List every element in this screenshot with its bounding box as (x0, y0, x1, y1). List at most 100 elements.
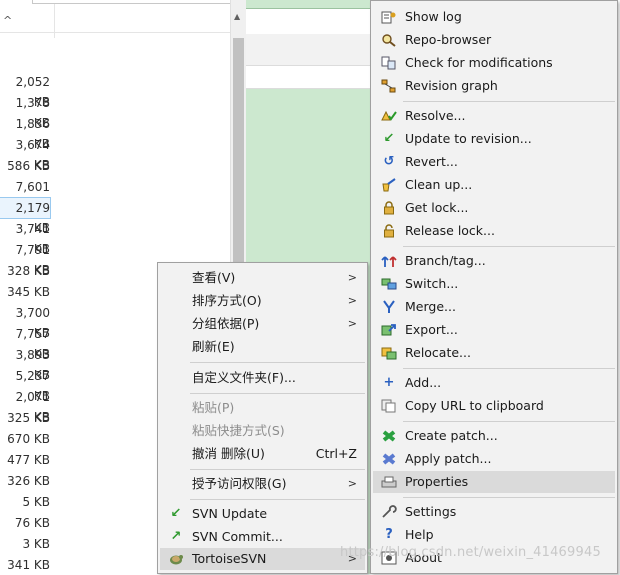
menu-item-release-lock[interactable]: Release lock... (373, 220, 615, 242)
menu-item-label: 撤消 删除(U) (192, 446, 265, 461)
menu-item-relocate[interactable]: Relocate... (373, 342, 615, 364)
menu-item-label: 自定义文件夹(F)... (192, 370, 296, 385)
repo-browser-icon (381, 33, 397, 47)
file-size: 7,601 KB (15, 180, 50, 214)
menu-item-sort-by[interactable]: 排序方式(O) > (160, 290, 365, 312)
menu-item-label: Show log (405, 9, 462, 24)
file-size: 477 KB (7, 453, 50, 467)
menu-item-resolve[interactable]: Resolve... (373, 105, 615, 127)
file-size: 5,237 KB (15, 369, 50, 403)
menu-item-give-access[interactable]: 授予访问权限(G) > (160, 473, 365, 495)
add-icon: + (383, 375, 395, 390)
show-log-icon (381, 10, 397, 24)
menu-item-revert[interactable]: ↺ Revert... (373, 151, 615, 173)
chevron-right-icon: > (347, 317, 357, 330)
address-bar[interactable] (32, 0, 232, 4)
menu-item-label: Get lock... (405, 200, 469, 215)
menu-item-properties[interactable]: Properties (373, 471, 615, 493)
menu-item-label: 粘贴快捷方式(S) (192, 423, 285, 438)
menu-item-export[interactable]: Export... (373, 319, 615, 341)
file-size: 2,052 KB (15, 75, 50, 109)
file-size: 2,071 KB (15, 390, 50, 424)
menu-item-add[interactable]: + Add... (373, 372, 615, 394)
menu-item-clean-up[interactable]: Clean up... (373, 174, 615, 196)
merge-icon (381, 300, 397, 314)
menu-item-label: Export... (405, 322, 458, 337)
menu-separator (403, 368, 615, 369)
menu-item-svn-commit[interactable]: ↗ SVN Commit... (160, 526, 365, 548)
chevron-right-icon: > (347, 477, 357, 490)
resolve-icon (381, 109, 397, 123)
scroll-up-icon[interactable]: ▲ (234, 12, 240, 21)
menu-item-branch-tag[interactable]: Branch/tag... (373, 250, 615, 272)
menu-item-create-patch[interactable]: Create patch... (373, 425, 615, 447)
menu-item-check-modifications[interactable]: Check for modifications (373, 52, 615, 74)
file-size: 341 KB (7, 558, 50, 572)
svn-update-icon: ↙ (170, 506, 182, 521)
menu-item-label: Switch... (405, 276, 459, 291)
help-icon: ? (385, 527, 393, 542)
menu-item-label: 授予访问权限(G) (192, 476, 287, 491)
file-size: 1,836 KB (15, 117, 50, 151)
file-size: 328 KB (7, 264, 50, 278)
column-divider[interactable] (54, 4, 55, 38)
switch-icon (381, 277, 397, 291)
menu-item-undo-delete[interactable]: 撤消 删除(U) Ctrl+Z (160, 443, 365, 465)
menu-item-refresh[interactable]: 刷新(E) (160, 336, 365, 358)
file-size: 345 KB (7, 285, 50, 299)
menu-item-copy-url[interactable]: Copy URL to clipboard (373, 395, 615, 417)
watermark: https://blog.csdn.net/weixin_41469945 (340, 545, 601, 560)
export-icon (381, 323, 397, 337)
menu-item-tortoisesvn[interactable]: TortoiseSVN > (160, 548, 365, 570)
menu-separator (190, 362, 365, 363)
file-size: 3 KB (22, 537, 50, 551)
menu-item-show-log[interactable]: Show log (373, 6, 615, 28)
menu-item-help[interactable]: ? Help (373, 524, 615, 546)
menu-item-label: Revert... (405, 154, 458, 169)
file-size: 3,893 KB (15, 348, 50, 382)
menu-item-label: Repo-browser (405, 32, 492, 47)
menu-item-repo-browser[interactable]: Repo-browser (373, 29, 615, 51)
menu-item-label: Add... (405, 375, 442, 390)
tortoise-icon (168, 552, 184, 566)
menu-item-settings[interactable]: Settings (373, 501, 615, 523)
menu-item-group-by[interactable]: 分组依据(P) > (160, 313, 365, 335)
menu-item-update-to-revision[interactable]: ↙ Update to revision... (373, 128, 615, 150)
column-header[interactable] (0, 0, 246, 33)
menu-item-label: SVN Update (192, 506, 268, 521)
file-size-selected[interactable]: 2,179 KB (0, 197, 51, 235)
svn-commit-icon: ↗ (170, 529, 182, 544)
chevron-right-icon: > (347, 271, 357, 284)
menu-item-label: 分组依据(P) (192, 316, 260, 331)
copy-url-icon (381, 399, 397, 413)
file-size: 5 KB (22, 495, 50, 509)
menu-item-customize-folder[interactable]: 自定义文件夹(F)... (160, 367, 365, 389)
menu-item-paste-shortcut: 粘贴快捷方式(S) (160, 420, 365, 442)
file-size: 3,700 KB (15, 306, 50, 340)
menu-item-label: Settings (405, 504, 457, 519)
menu-item-revision-graph[interactable]: Revision graph (373, 75, 615, 97)
menu-item-get-lock[interactable]: Get lock... (373, 197, 615, 219)
menu-item-merge[interactable]: Merge... (373, 296, 615, 318)
menu-separator (403, 246, 615, 247)
menu-separator (403, 497, 615, 498)
menu-item-label: Relocate... (405, 345, 471, 360)
menu-item-svn-update[interactable]: ↙ SVN Update (160, 503, 365, 525)
background-header (246, 34, 376, 66)
menu-item-label: Update to revision... (405, 131, 532, 146)
menu-item-label: 粘贴(P) (192, 400, 235, 415)
file-size: 670 KB (7, 432, 50, 446)
menu-item-label: 刷新(E) (192, 339, 235, 354)
menu-item-apply-patch[interactable]: Apply patch... (373, 448, 615, 470)
menu-item-view[interactable]: 查看(V) > (160, 267, 365, 289)
menu-item-label: Clean up... (405, 177, 473, 192)
file-size: 3,674 KB (15, 138, 50, 172)
menu-item-label: 排序方式(O) (192, 293, 262, 308)
chevron-up-icon[interactable]: ^ (3, 14, 12, 27)
properties-icon (381, 475, 397, 489)
menu-item-switch[interactable]: Switch... (373, 273, 615, 295)
file-size: 325 KB (7, 411, 50, 425)
chevron-right-icon: > (347, 294, 357, 307)
menu-item-label: Check for modifications (405, 55, 553, 70)
revision-graph-icon (381, 79, 397, 93)
